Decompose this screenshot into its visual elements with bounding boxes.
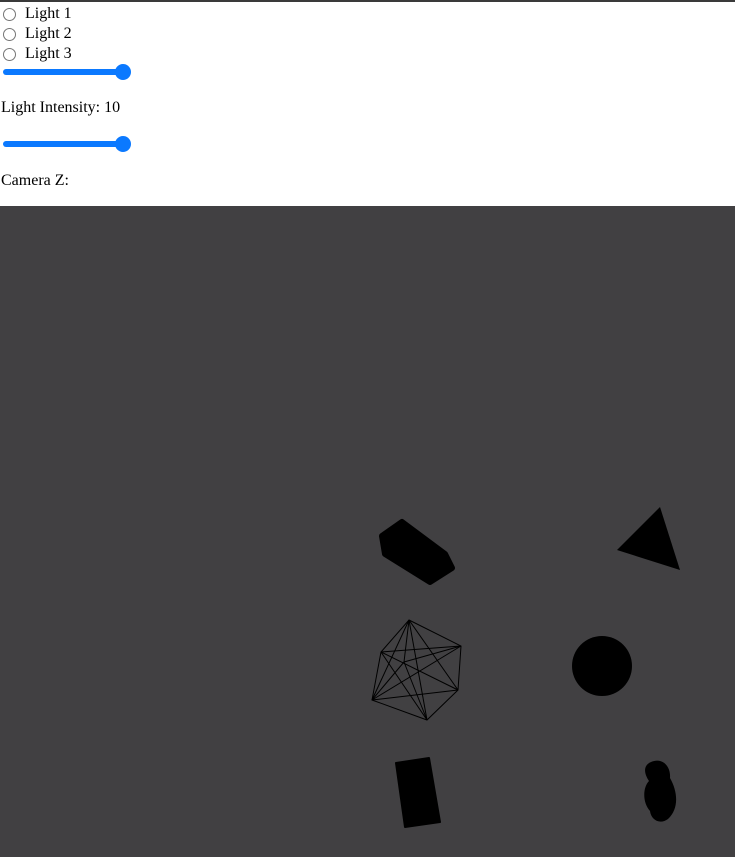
light-1-option[interactable]: Light 1: [3, 5, 72, 23]
light-3-label: Light 3: [25, 45, 72, 62]
render-canvas[interactable]: [0, 206, 735, 857]
page: Light 1 Light 2 Light 3 Light Intensity:…: [0, 0, 735, 857]
sphere-object: [572, 636, 632, 696]
light-intensity-slider[interactable]: [3, 64, 131, 80]
light-2-label: Light 2: [25, 25, 72, 42]
torus-knot-object: [644, 760, 677, 822]
wireframe-icosahedron-object: [371, 619, 462, 721]
scene-svg: [371, 507, 680, 828]
camera-z-slider-thumb[interactable]: [115, 136, 131, 152]
light-intensity-slider-track: [3, 69, 123, 75]
cone-object: [617, 507, 680, 570]
light-3-radio[interactable]: [3, 47, 16, 61]
light-1-radio[interactable]: [3, 7, 16, 21]
cylinder-object: [395, 757, 441, 828]
light-3-option[interactable]: Light 3: [3, 45, 72, 63]
torus-object: [379, 519, 455, 585]
light-intensity-label: Light Intensity: 10: [1, 99, 121, 116]
light-2-radio[interactable]: [3, 27, 16, 41]
camera-z-slider[interactable]: [3, 136, 131, 152]
controls-panel: Light 1 Light 2 Light 3 Light Intensity:…: [0, 2, 735, 206]
light-1-label: Light 1: [25, 5, 72, 22]
camera-z-slider-track: [3, 141, 123, 147]
light-2-option[interactable]: Light 2: [3, 25, 72, 43]
camera-z-label: Camera Z:: [1, 172, 69, 189]
light-intensity-slider-thumb[interactable]: [115, 64, 131, 80]
